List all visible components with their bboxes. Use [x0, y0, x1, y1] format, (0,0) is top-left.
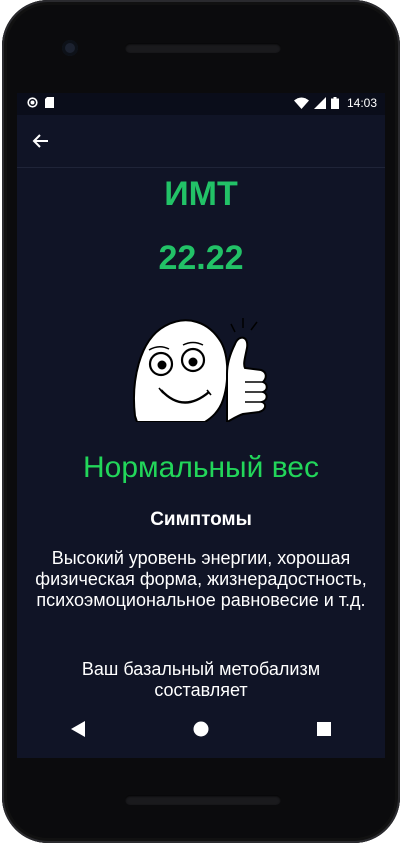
app-screen: 14:03 ИМТ 22.22 Нормальный вес Симптомы …	[17, 93, 385, 758]
nav-home-button[interactable]	[171, 706, 231, 752]
front-camera	[62, 40, 78, 56]
circle-notification-icon	[27, 97, 38, 108]
nav-recents-button[interactable]	[294, 706, 354, 752]
symptoms-heading: Симптомы	[150, 509, 252, 530]
wifi-icon	[293, 97, 309, 109]
status-time: 14:03	[346, 96, 377, 110]
battery-icon	[330, 97, 339, 109]
back-triangle-icon	[71, 721, 86, 737]
bmr-text: Ваш базальный метобализм составляет	[81, 659, 321, 700]
status-bar: 14:03	[17, 93, 385, 115]
arrow-left-icon	[32, 134, 48, 148]
status-right-icons: 14:03	[293, 96, 377, 110]
home-circle-icon	[193, 721, 209, 737]
status-left-icons	[27, 97, 54, 108]
symptoms-text: Высокий уровень энергии, хорошая физичес…	[35, 548, 367, 610]
thumbs-up-meme-image	[133, 318, 268, 422]
sd-card-icon	[45, 97, 54, 108]
bottom-speaker	[125, 795, 281, 805]
recents-square-icon	[316, 722, 331, 736]
bmi-value: 22.22	[158, 239, 244, 277]
app-bar	[17, 115, 385, 168]
signal-icon	[313, 97, 326, 109]
nav-back-button[interactable]	[48, 706, 108, 752]
top-speaker	[125, 43, 281, 53]
system-nav-bar	[17, 706, 385, 752]
page-title: ИМТ	[164, 175, 238, 213]
bmi-category: Нормальный вес	[83, 451, 319, 484]
back-button[interactable]	[30, 130, 52, 152]
